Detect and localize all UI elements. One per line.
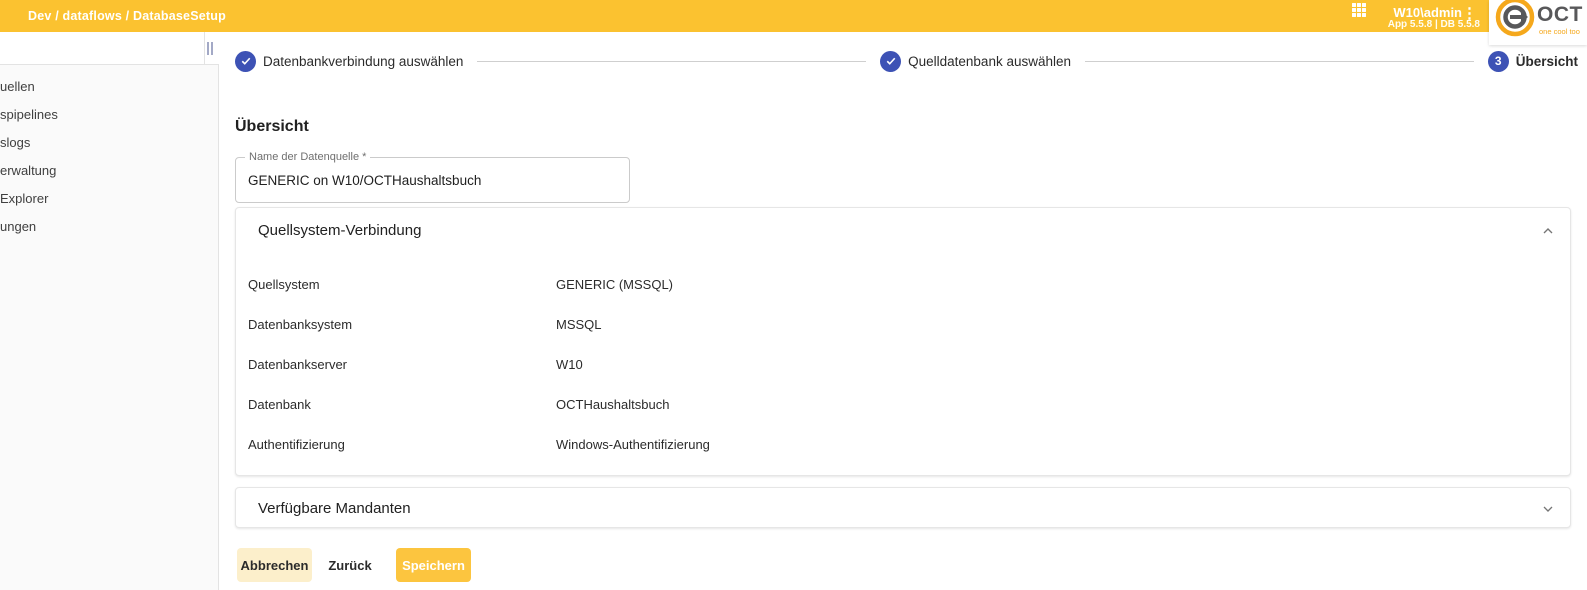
mandanten-panel-title: Verfügbare Mandanten (258, 488, 411, 529)
apps-grid-icon[interactable] (1352, 3, 1367, 18)
chevron-up-icon[interactable] (1540, 223, 1556, 239)
app-window: Dev / dataflows / DatabaseSetup W10\admi… (0, 0, 1587, 590)
wizard-actions: Abbrechen Zurück Speichern (237, 548, 471, 582)
step-3-uebersicht[interactable]: 3 Übersicht (1488, 51, 1578, 72)
logo-tagline: one cool too (1539, 27, 1580, 36)
sidebar-item-explorer[interactable]: Explorer (0, 185, 219, 213)
wizard-stepper: Datenbankverbindung auswählen Quelldaten… (235, 45, 1578, 77)
row-label: Datenbank (248, 397, 556, 412)
stepper-connector (1085, 61, 1474, 62)
row-value: W10 (556, 357, 583, 372)
detail-row-datenbank: Datenbank OCTHaushaltsbuch (236, 384, 1570, 424)
datasource-name-field: Name der Datenquelle * (235, 157, 630, 203)
step-1-check-icon (235, 51, 256, 72)
back-button[interactable]: Zurück (322, 548, 378, 582)
page-title: Übersicht (235, 118, 309, 136)
cancel-button[interactable]: Abbrechen (237, 548, 312, 582)
step-3-number: 3 (1488, 51, 1509, 72)
oct-logo-icon (1494, 0, 1536, 42)
connection-panel-title: Quellsystem-Verbindung (258, 208, 421, 254)
row-value: GENERIC (MSSQL) (556, 277, 673, 292)
sidebar-item-quellen[interactable]: uellen (0, 73, 219, 101)
sidebar-header-divider (204, 32, 205, 65)
save-button[interactable]: Speichern (396, 548, 471, 582)
row-value: Windows-Authentifizierung (556, 437, 710, 452)
step-2-quelldatenbank[interactable]: Quelldatenbank auswählen (880, 51, 1071, 72)
sidebar-nav-list: uellen spipelines slogs erwaltung Explor… (0, 73, 219, 241)
sidebar-header (0, 32, 219, 65)
row-label: Quellsystem (248, 277, 556, 292)
detail-row-datenbankserver: Datenbankserver W10 (236, 344, 1570, 384)
row-label: Datenbankserver (248, 357, 556, 372)
oct-logo[interactable]: OCT one cool too (1489, 0, 1587, 45)
logo-text: OCT (1537, 3, 1583, 27)
row-label: Authentifizierung (248, 437, 556, 452)
step-1-datenbankverbindung[interactable]: Datenbankverbindung auswählen (235, 51, 463, 72)
row-label: Datenbanksystem (248, 317, 556, 332)
row-value: MSSQL (556, 317, 602, 332)
step-3-label: Übersicht (1516, 54, 1578, 69)
sidebar-item-logs[interactable]: slogs (0, 129, 219, 157)
top-bar: Dev / dataflows / DatabaseSetup W10\admi… (0, 0, 1587, 32)
sidebar-splitter-handle[interactable] (206, 42, 215, 55)
connection-details: Quellsystem GENERIC (MSSQL) Datenbanksys… (236, 264, 1570, 464)
connection-panel: Quellsystem-Verbindung Quellsystem GENER… (235, 207, 1571, 476)
chevron-down-icon[interactable] (1540, 501, 1556, 517)
sidebar-item-pipelines[interactable]: spipelines (0, 101, 219, 129)
sidebar: uellen spipelines slogs erwaltung Explor… (0, 32, 219, 590)
row-value: OCTHaushaltsbuch (556, 397, 669, 412)
app-version: App 5.5.8 | DB 5.5.8 (1388, 19, 1480, 30)
breadcrumb: Dev / dataflows / DatabaseSetup (28, 0, 226, 32)
detail-row-quellsystem: Quellsystem GENERIC (MSSQL) (236, 264, 1570, 304)
step-2-check-icon (880, 51, 901, 72)
step-1-label: Datenbankverbindung auswählen (263, 54, 463, 69)
mandanten-panel-header[interactable]: Verfügbare Mandanten (236, 488, 1570, 529)
stepper-connector (477, 61, 866, 62)
detail-row-authentifizierung: Authentifizierung Windows-Authentifizier… (236, 424, 1570, 464)
detail-row-datenbanksystem: Datenbanksystem MSSQL (236, 304, 1570, 344)
step-2-label: Quelldatenbank auswählen (908, 54, 1071, 69)
connection-panel-header[interactable]: Quellsystem-Verbindung (236, 208, 1570, 254)
sidebar-item-verwaltung[interactable]: erwaltung (0, 157, 219, 185)
mandanten-panel: Verfügbare Mandanten (235, 487, 1571, 528)
sidebar-item-einstellungen[interactable]: ungen (0, 213, 219, 241)
datasource-name-input[interactable] (236, 158, 629, 202)
